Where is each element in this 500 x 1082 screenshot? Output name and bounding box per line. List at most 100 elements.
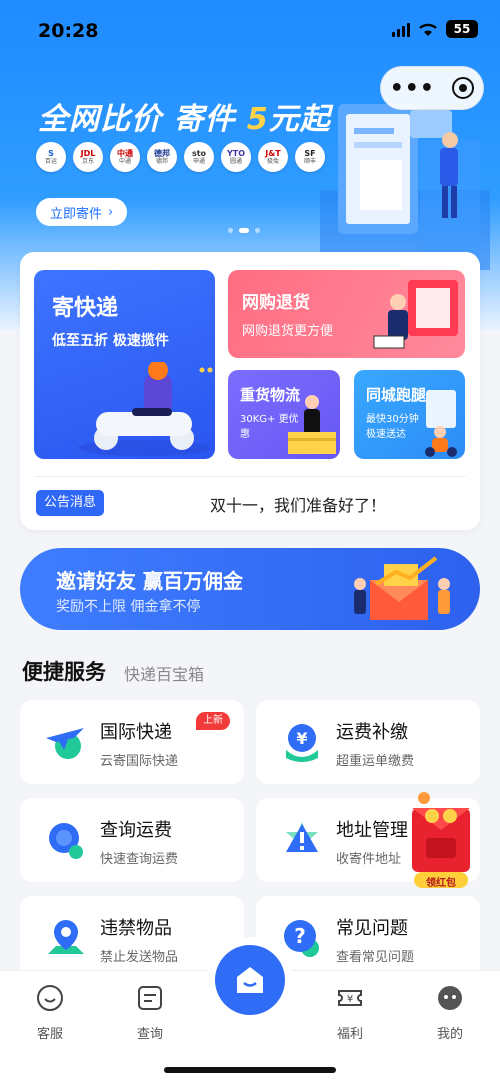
online-return-subtitle: 网购退货更方便 [242, 324, 334, 339]
online-return-tile[interactable]: 网购退货 网购退货更方便 [228, 270, 465, 358]
courier-scooter-illustration [78, 362, 213, 456]
banner-pager [228, 228, 260, 233]
status-bar: 20:28 55 [0, 0, 500, 60]
yen-shield-icon: ¥ [286, 724, 318, 762]
tab-label: 我的 [436, 1027, 463, 1042]
battery-indicator: 55 [446, 20, 478, 38]
tab-query[interactable]: 查询 [115, 983, 185, 1042]
svg-text:¥: ¥ [296, 729, 307, 748]
service-title: 常见问题 [336, 918, 408, 939]
send-express-tile[interactable]: 寄快递 低至五折 极速揽件 [34, 270, 215, 459]
red-packet-float[interactable]: 领红包 [408, 790, 474, 890]
service-title: 运费补缴 [336, 722, 408, 743]
bottom-tab-bar: 客服 查询 ¥ 福利 我的 [0, 937, 500, 1082]
pager-dot [228, 228, 233, 233]
notice-tag: 公告消息 [36, 490, 105, 516]
invite-friends-banner[interactable]: 邀请好友 赢百万佣金 奖励不上限 佣金拿不停 [20, 548, 480, 630]
carrier-name: 圆通 [229, 158, 242, 165]
section-subtitle: 快递百宝箱 [124, 665, 205, 684]
magnifier-icon [49, 823, 83, 859]
carrier-name: 德邦 [155, 158, 168, 165]
send-now-button[interactable]: 立即寄件 › [36, 198, 128, 226]
return-illustration [373, 280, 458, 349]
online-return-title: 网购退货 [242, 293, 310, 313]
question-icon: ? [284, 920, 319, 957]
local-errand-tile[interactable]: 同城跑腿 最快30分钟 极速送达 [354, 370, 465, 459]
section-title: 便捷服务 [22, 660, 106, 684]
pager-dot-active [239, 228, 249, 233]
tab-benefits[interactable]: ¥ 福利 [315, 983, 385, 1042]
warning-star-icon [286, 822, 318, 852]
invite-subtitle: 奖励不上限 佣金拿不停 [56, 599, 201, 615]
miniprogram-capsule[interactable]: ••• [380, 66, 484, 110]
carrier-logo: S 百运 [36, 142, 66, 172]
service-title: 地址管理 [336, 820, 408, 841]
carrier-logo: YTO 圆通 [221, 142, 251, 172]
carrier-logo: 中通 中通 [110, 142, 140, 172]
chevron-right-icon: › [108, 204, 114, 220]
carrier-logo: sto 申通 [184, 142, 214, 172]
tab-customer-service[interactable]: 客服 [15, 983, 85, 1042]
carrier-logos: S 百运 JDL 京东 中通 中通 德邦 德邦 sto 申通 YTO 圆通 J&T 极兔 SF… [36, 142, 325, 172]
service-subtitle: 查看常见问题 [336, 950, 415, 965]
service-subtitle: 快速查询运费 [100, 852, 179, 867]
carrier-name: 顺丰 [303, 158, 316, 165]
signal-icon [392, 21, 410, 37]
status-time: 20:28 [38, 20, 99, 42]
status-icons: 55 [392, 20, 478, 38]
home-icon [237, 967, 263, 993]
errand-illustration [425, 390, 457, 457]
heavy-freight-tile[interactable]: 重货物流 30KG+ 更优惠 [228, 370, 340, 459]
more-menu-icon[interactable]: ••• [390, 76, 435, 101]
pager-dot [255, 228, 260, 233]
carrier-name: 百运 [44, 158, 57, 165]
tab-profile[interactable]: 我的 [415, 983, 485, 1042]
home-button[interactable] [215, 945, 285, 1015]
hero-title-text: 全网比价 寄件 [38, 102, 247, 137]
hero-title: 全网比价 寄件 5元起 [38, 94, 331, 138]
carrier-name: 申通 [192, 158, 205, 165]
carrier-logo: J&T 极兔 [258, 142, 288, 172]
tab-label: 查询 [136, 1027, 163, 1042]
tab-label: 客服 [36, 1027, 63, 1042]
hero-title-price: 5 [246, 102, 269, 137]
home-indicator [164, 1067, 336, 1073]
svg-text:?: ? [294, 924, 306, 948]
service-subtitle: 禁止发送物品 [100, 950, 179, 965]
tab-label: 福利 [336, 1027, 363, 1042]
ticket-icon: ¥ [338, 990, 362, 1006]
tab-home[interactable] [207, 937, 293, 1023]
plane-icon [46, 728, 84, 759]
customer-service-icon [37, 985, 63, 1011]
send-now-label: 立即寄件 [50, 206, 103, 222]
close-miniprogram-icon[interactable] [452, 77, 475, 99]
carrier-logo-text: YTO [226, 149, 246, 158]
carrier-name: 极兔 [266, 158, 279, 165]
send-express-title: 寄快递 [52, 296, 119, 321]
new-badge: 上新 [196, 712, 230, 730]
carrier-logo-text: J&T [265, 149, 281, 158]
service-international-express[interactable]: 国际快递 云寄国际快递 上新 [20, 700, 244, 784]
carrier-logo-text: sto [191, 149, 207, 158]
hero-title-suffix: 元起 [268, 102, 331, 137]
card-divider [34, 476, 466, 477]
carrier-name: 中通 [118, 158, 131, 165]
carrier-logo-text: S [48, 149, 54, 158]
red-packet-label: 领红包 [426, 878, 456, 889]
service-title: 查询运费 [100, 820, 172, 841]
invite-title: 邀请好友 赢百万佣金 [56, 569, 243, 593]
carrier-logo-text: 中通 [117, 149, 133, 158]
carrier-logo-text: JDL [80, 149, 96, 158]
svg-text:¥: ¥ [347, 994, 353, 1005]
carrier-name: 京东 [81, 158, 94, 165]
service-subtitle: 超重运单缴费 [336, 754, 415, 769]
carrier-logo: 德邦 德邦 [147, 142, 177, 172]
service-subtitle: 收寄件地址 [336, 852, 402, 867]
notice-text[interactable]: 双十一，我们准备好了！ [210, 492, 386, 516]
search-doc-icon [138, 986, 162, 1010]
carrier-logo: JDL 京东 [73, 142, 103, 172]
service-query-freight[interactable]: 查询运费 快速查询运费 [20, 798, 244, 882]
service-title: 违禁物品 [100, 918, 172, 939]
service-freight-payment[interactable]: ¥ 运费补缴 超重运单缴费 [256, 700, 480, 784]
location-pin-icon [48, 920, 84, 954]
